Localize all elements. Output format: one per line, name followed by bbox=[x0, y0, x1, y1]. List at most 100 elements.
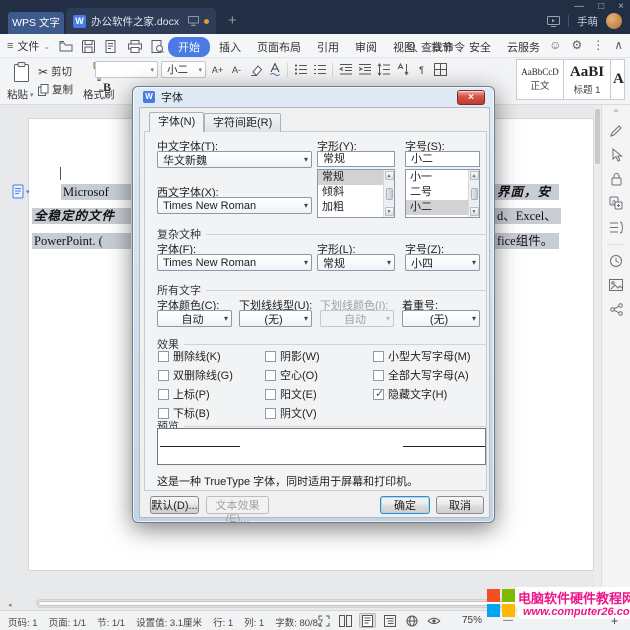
effect-hidden-text[interactable]: 隐藏文字(H) bbox=[373, 386, 447, 402]
default-button[interactable]: 默认(D)... bbox=[150, 496, 199, 514]
western-font-select[interactable]: Times New Roman ▾ bbox=[157, 197, 312, 214]
effect-all-caps[interactable]: 全部大写字母(A) bbox=[373, 367, 469, 383]
font-size-input[interactable]: 小二 bbox=[405, 151, 480, 167]
font-size-list[interactable]: 小一 二号 小二 ▲ ▼ bbox=[405, 169, 480, 218]
underline-style-select[interactable]: (无) ▾ bbox=[239, 310, 312, 327]
tab-security[interactable]: 安全 bbox=[462, 37, 498, 57]
outline-panel-icon[interactable] bbox=[608, 219, 624, 235]
font-size-option[interactable]: 小二 bbox=[406, 200, 468, 215]
effect-double-strikethrough[interactable]: 双删除线(G) bbox=[158, 367, 233, 383]
font-style-option[interactable]: 常规 bbox=[318, 170, 383, 185]
scroll-left-icon[interactable]: ◂ bbox=[8, 601, 12, 609]
decrease-indent-icon[interactable] bbox=[337, 61, 354, 78]
cancel-button[interactable]: 取消 bbox=[436, 496, 484, 514]
font-style-option[interactable]: 倾斜 bbox=[318, 185, 383, 200]
style-partial[interactable]: A bbox=[610, 59, 625, 100]
cut-button[interactable]: ✂剪切 bbox=[38, 64, 72, 79]
collapse-ribbon-icon[interactable]: ∧ bbox=[614, 38, 623, 52]
settings-gear-icon[interactable]: ⚙ bbox=[571, 38, 582, 52]
image-panel-icon[interactable] bbox=[608, 277, 624, 293]
dialog-titlebar[interactable]: W 字体 bbox=[133, 87, 494, 107]
effect-strikethrough[interactable]: 删除线(K) bbox=[158, 348, 221, 364]
tab-review[interactable]: 审阅 bbox=[348, 37, 384, 57]
two-page-view-icon[interactable] bbox=[337, 613, 354, 628]
scroll-down-icon[interactable]: ▼ bbox=[470, 207, 479, 216]
vertical-scrollbar[interactable] bbox=[594, 106, 601, 598]
effect-small-caps[interactable]: 小型大写字母(M) bbox=[373, 348, 471, 364]
eye-protection-icon[interactable] bbox=[425, 613, 442, 628]
history-clock-icon[interactable] bbox=[608, 253, 624, 269]
font-color-select[interactable]: 自动 ▾ bbox=[157, 310, 232, 327]
print-icon[interactable] bbox=[127, 39, 142, 54]
zoom-in-icon[interactable]: + bbox=[611, 614, 618, 628]
print-preview-icon[interactable] bbox=[150, 39, 165, 54]
more-icon[interactable]: ⋮ bbox=[592, 38, 604, 52]
gallery-more-icon[interactable]: › bbox=[614, 74, 617, 85]
bold-button[interactable]: B bbox=[103, 80, 111, 95]
sort-icon[interactable] bbox=[394, 61, 411, 78]
complex-style-select[interactable]: 常规 ▾ bbox=[317, 254, 395, 271]
scrollbar-thumb[interactable] bbox=[595, 109, 600, 164]
dialog-close-button[interactable]: × bbox=[457, 90, 485, 105]
effect-shadow[interactable]: 阴影(W) bbox=[265, 348, 320, 364]
tab-char-spacing[interactable]: 字符间距(R) bbox=[204, 113, 281, 132]
feedback-smiley-icon[interactable]: ☺ bbox=[549, 38, 561, 52]
ok-button[interactable]: 确定 bbox=[380, 496, 430, 514]
paste-button[interactable]: 粘贴▾ bbox=[7, 87, 34, 102]
save-icon[interactable] bbox=[81, 39, 96, 54]
style-heading1[interactable]: AaBI 标题 1 bbox=[563, 59, 611, 100]
font-size-option[interactable]: 二号 bbox=[406, 185, 468, 200]
translate-icon[interactable]: a bbox=[608, 195, 624, 211]
font-style-option[interactable]: 加粗 bbox=[318, 200, 383, 215]
wps-app-tab[interactable]: WPS 文字 bbox=[8, 12, 64, 34]
clear-format-icon[interactable] bbox=[247, 61, 264, 78]
chinese-font-select[interactable]: 华文新魏 ▾ bbox=[157, 151, 312, 168]
tab-home[interactable]: 开始 bbox=[168, 37, 210, 57]
web-view-icon[interactable] bbox=[403, 613, 420, 628]
bullet-list-icon[interactable] bbox=[292, 61, 309, 78]
edit-pen-icon[interactable] bbox=[608, 123, 624, 139]
tab-page-layout[interactable]: 页面布局 bbox=[250, 37, 308, 57]
line-spacing-icon[interactable] bbox=[375, 61, 392, 78]
effect-outline[interactable]: 空心(O) bbox=[265, 367, 318, 383]
tab-references[interactable]: 引用 bbox=[310, 37, 346, 57]
scrollbar-thumb[interactable] bbox=[386, 188, 393, 200]
font-name-select[interactable]: ▾ bbox=[95, 61, 158, 78]
page-view-icon[interactable] bbox=[359, 613, 376, 628]
font-size-select[interactable]: 小二 ▾ bbox=[161, 61, 206, 78]
copy-button[interactable]: 复制 bbox=[38, 82, 73, 97]
file-menu-button[interactable]: ≡ 文件 ⌄ bbox=[7, 38, 50, 54]
presentation-icon[interactable] bbox=[547, 16, 560, 27]
document-tab[interactable]: W 办公软件之家.docx bbox=[66, 8, 216, 34]
numbered-list-icon[interactable] bbox=[311, 61, 328, 78]
zoom-level[interactable]: 75% bbox=[462, 615, 482, 626]
style-normal[interactable]: AaBbCcD 正文 bbox=[516, 59, 564, 100]
user-name[interactable]: 手萌 bbox=[577, 14, 598, 29]
share-icon[interactable] bbox=[608, 301, 624, 317]
lock-icon[interactable] bbox=[608, 171, 624, 187]
text-effects-icon[interactable] bbox=[266, 61, 283, 78]
font-size-option[interactable]: 小一 bbox=[406, 170, 468, 185]
font-style-input[interactable]: 常规 bbox=[317, 151, 395, 167]
fullscreen-view-icon[interactable] bbox=[315, 613, 332, 628]
scrollbar-thumb[interactable] bbox=[471, 188, 478, 200]
emphasis-mark-select[interactable]: (无) ▾ bbox=[402, 310, 480, 327]
effect-emboss[interactable]: 阳文(E) bbox=[265, 386, 317, 402]
complex-size-select[interactable]: 小四 ▾ bbox=[405, 254, 480, 271]
font-style-list[interactable]: 常规 倾斜 加粗 ▲ ▼ bbox=[317, 169, 395, 218]
paste-icon[interactable] bbox=[12, 62, 31, 83]
list-scrollbar[interactable]: ▲ ▼ bbox=[468, 170, 479, 217]
minimize-button[interactable]: — bbox=[574, 1, 584, 13]
scroll-down-icon[interactable]: ▼ bbox=[385, 207, 394, 216]
effect-superscript[interactable]: 上标(P) bbox=[158, 386, 210, 402]
increase-indent-icon[interactable] bbox=[356, 61, 373, 78]
tab-cloud[interactable]: 云服务 bbox=[500, 37, 547, 57]
window-close-button[interactable]: × bbox=[618, 1, 624, 13]
show-paragraph-icon[interactable]: ¶ bbox=[413, 61, 430, 78]
sidebar-toggle-icon[interactable]: ≍ bbox=[613, 109, 619, 115]
scroll-up-icon[interactable]: ▲ bbox=[385, 171, 394, 180]
list-scrollbar[interactable]: ▲ ▼ bbox=[383, 170, 394, 217]
decrease-font-icon[interactable]: A- bbox=[228, 61, 245, 78]
search-command[interactable]: 查找命令 bbox=[406, 39, 465, 55]
paste-options-widget[interactable]: ▾ bbox=[12, 184, 30, 199]
